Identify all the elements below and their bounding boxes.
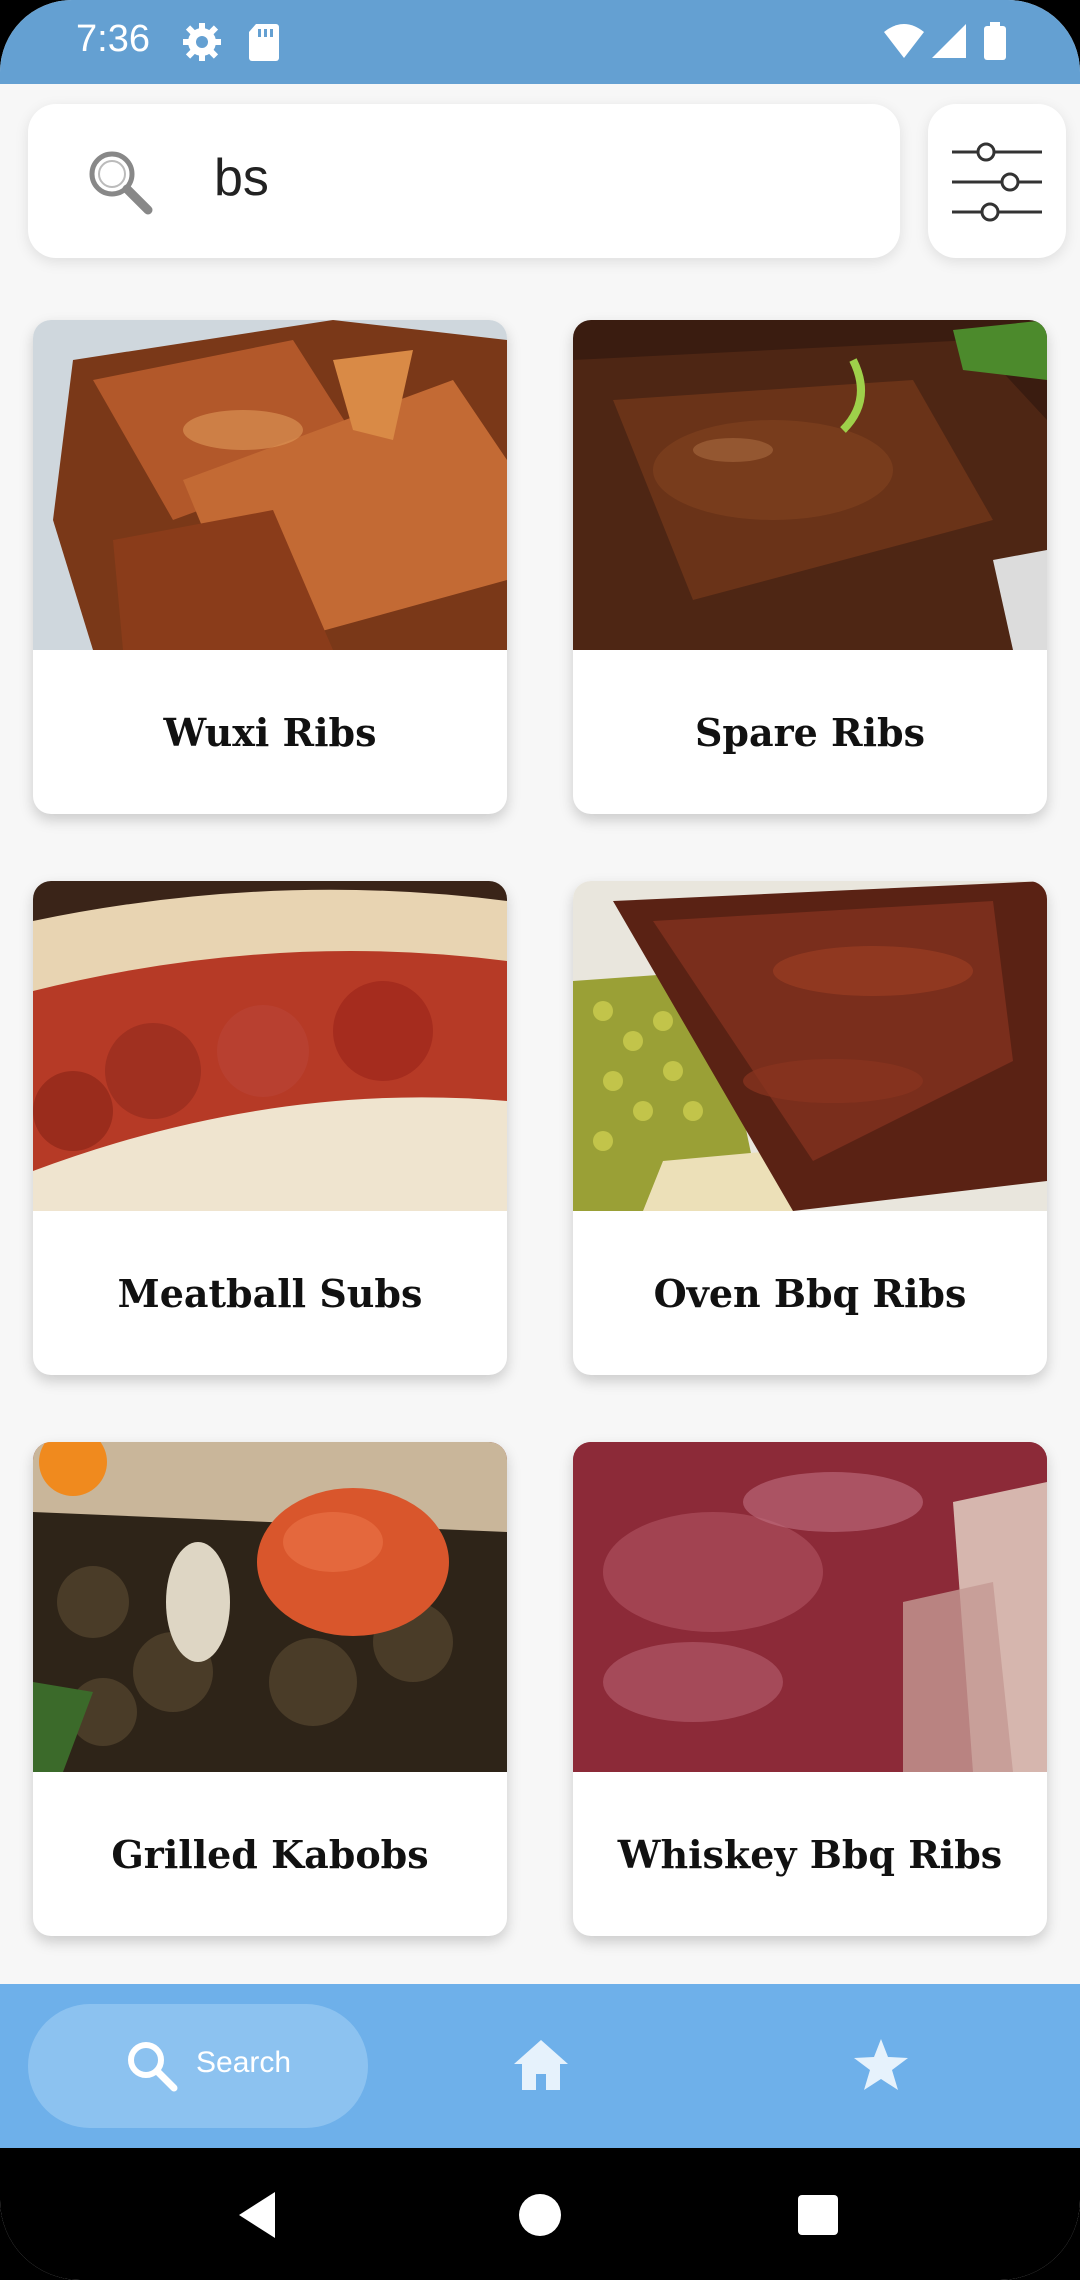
nav-search-label: Search xyxy=(196,2046,292,2079)
system-navigation-bar xyxy=(0,2148,1080,2280)
recipe-card[interactable]: Oven Bbq Ribs xyxy=(573,881,1047,1375)
search-icon xyxy=(82,144,160,222)
status-bar: 7:36 xyxy=(0,0,1080,84)
nav-home-button[interactable] xyxy=(490,2014,590,2118)
gear-icon xyxy=(182,20,222,64)
spare-ribs-photo xyxy=(573,320,1047,650)
bottom-navigation: Search xyxy=(0,1984,1080,2148)
home-circle-icon[interactable] xyxy=(505,2180,575,2250)
recipe-card[interactable]: Spare Ribs xyxy=(573,320,1047,814)
recipe-title: Grilled Kabobs xyxy=(111,1831,429,1877)
app-screen: 7:36 bs Wuxi Ribs Spare Ribs Meatball Su… xyxy=(0,0,1080,2280)
whiskey-bbq-ribs-photo xyxy=(573,1442,1047,1772)
recipe-card[interactable]: Whiskey Bbq Ribs xyxy=(573,1442,1047,1936)
recipe-title: Spare Ribs xyxy=(694,709,926,755)
battery-icon xyxy=(980,20,1010,64)
filter-button[interactable] xyxy=(928,104,1066,258)
wifi-icon xyxy=(882,20,926,64)
search-input[interactable]: bs xyxy=(214,148,269,208)
signal-icon xyxy=(930,20,970,64)
search-bar[interactable]: bs xyxy=(28,104,900,258)
recipe-title: Oven Bbq Ribs xyxy=(653,1270,967,1316)
oven-bbq-ribs-photo xyxy=(573,881,1047,1211)
status-time: 7:36 xyxy=(76,18,150,60)
ribs-glazed-photo xyxy=(33,320,507,650)
nav-search-button[interactable]: Search xyxy=(28,2004,368,2128)
recipe-card[interactable]: Wuxi Ribs xyxy=(33,320,507,814)
meatball-sub-photo xyxy=(33,881,507,1211)
nav-favorites-button[interactable] xyxy=(830,2014,930,2118)
sd-card-icon xyxy=(246,20,286,64)
grilled-kabobs-photo xyxy=(33,1442,507,1772)
recipe-title: Whiskey Bbq Ribs xyxy=(617,1831,1003,1877)
back-icon[interactable] xyxy=(225,2180,295,2250)
recipe-card[interactable]: Grilled Kabobs xyxy=(33,1442,507,1936)
recipe-card[interactable]: Meatball Subs xyxy=(33,881,507,1375)
recents-icon[interactable] xyxy=(783,2180,853,2250)
recipe-title: Wuxi Ribs xyxy=(163,709,377,755)
recipe-title: Meatball Subs xyxy=(117,1270,423,1316)
